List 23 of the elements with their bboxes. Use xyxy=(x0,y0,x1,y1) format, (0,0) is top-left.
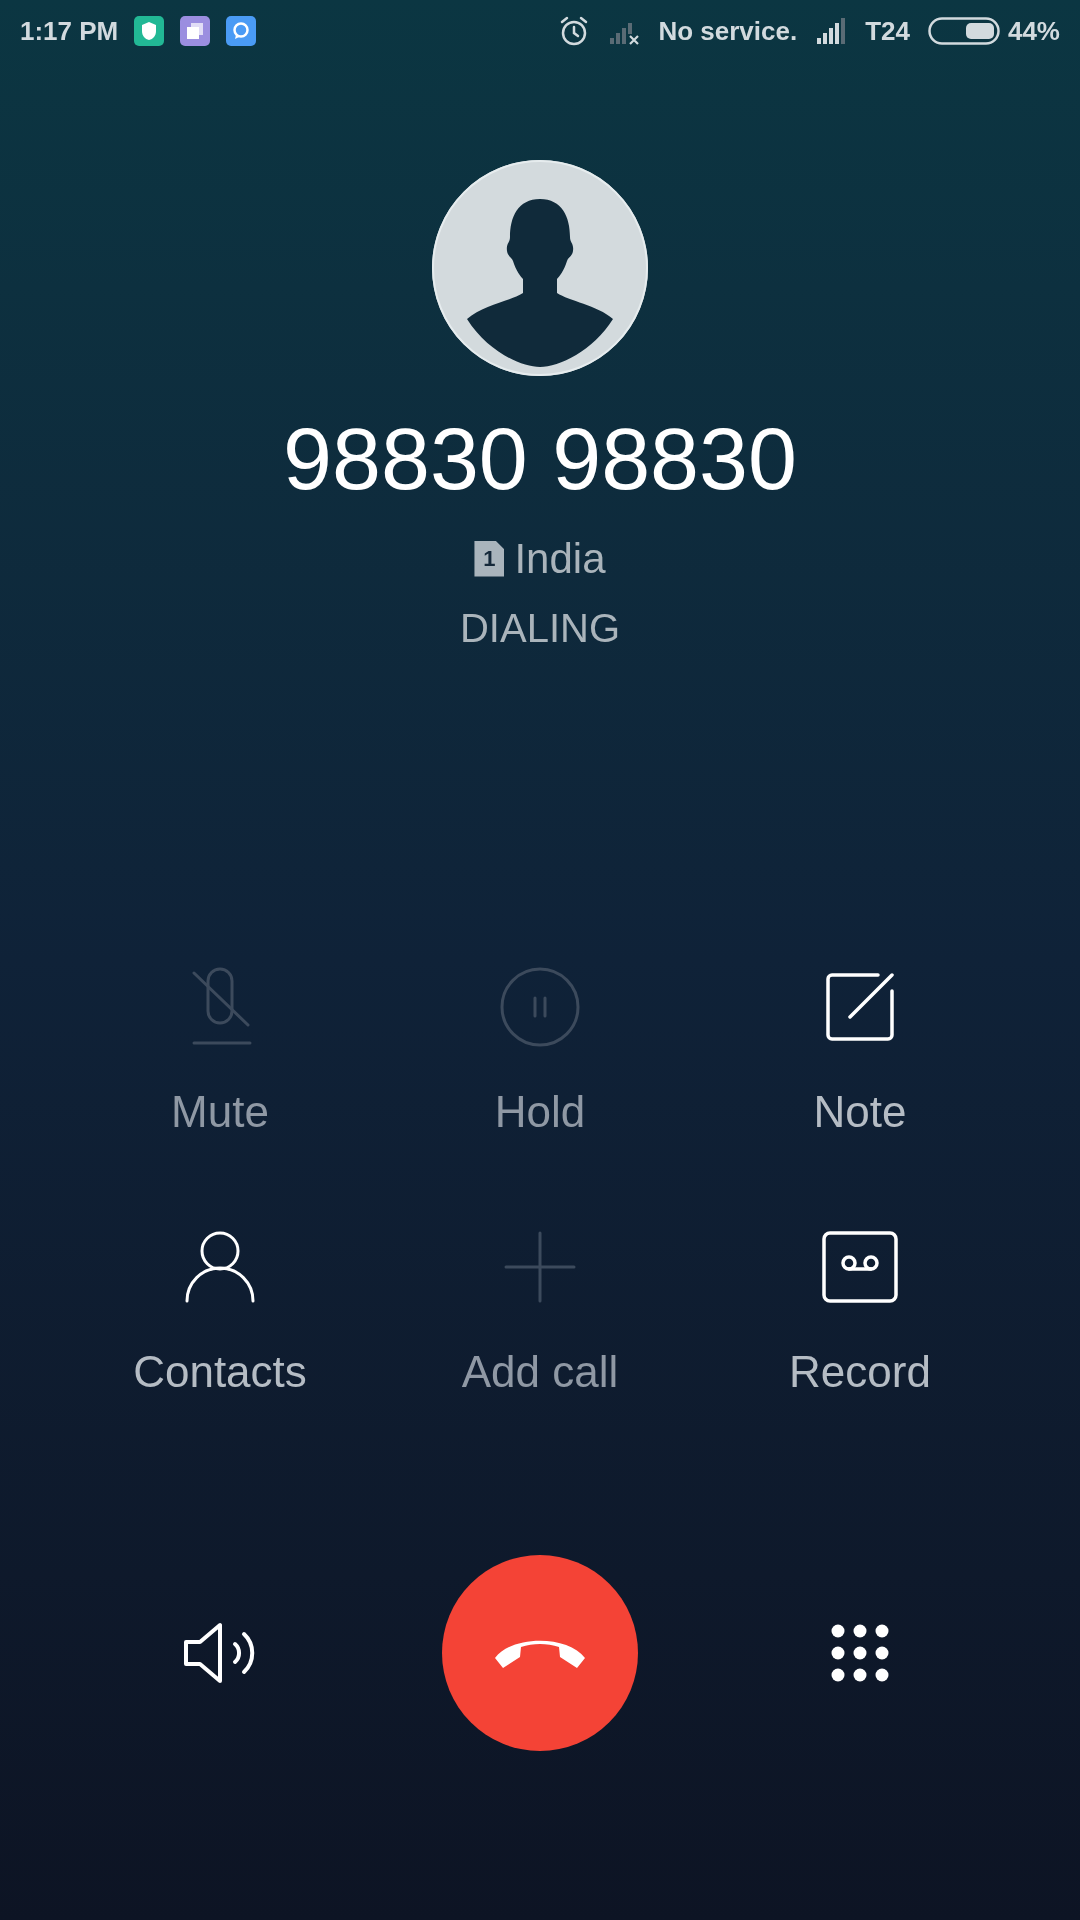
call-status: DIALING xyxy=(459,605,620,652)
cassette-icon xyxy=(822,1231,898,1303)
call-action-button[interactable]: Note xyxy=(700,965,1020,1145)
battery-icon xyxy=(927,17,1000,45)
carrier-text: T24 xyxy=(865,14,910,48)
carrier-text: No service. xyxy=(658,14,798,48)
sim-badge: 1 xyxy=(474,540,505,577)
plus-icon xyxy=(504,1231,576,1303)
call-action-button[interactable]: Record xyxy=(700,1225,1020,1405)
pause-icon xyxy=(500,967,580,1047)
copy-app-icon xyxy=(180,16,211,46)
note-edit-icon xyxy=(826,973,894,1041)
status-time: 1:17 PM xyxy=(20,14,119,48)
shield-app-icon xyxy=(134,16,165,46)
battery-percentage: 44% xyxy=(1007,14,1060,48)
chat-app-icon xyxy=(226,16,257,46)
phone-number: 98830 98830 xyxy=(283,415,797,503)
call-action-button[interactable]: Contacts xyxy=(60,1225,380,1405)
speaker-icon[interactable] xyxy=(183,1622,257,1684)
dialpad-icon[interactable] xyxy=(831,1624,889,1682)
signal-icon xyxy=(815,17,848,45)
person-icon xyxy=(185,1231,255,1303)
location-text: India xyxy=(514,534,606,584)
